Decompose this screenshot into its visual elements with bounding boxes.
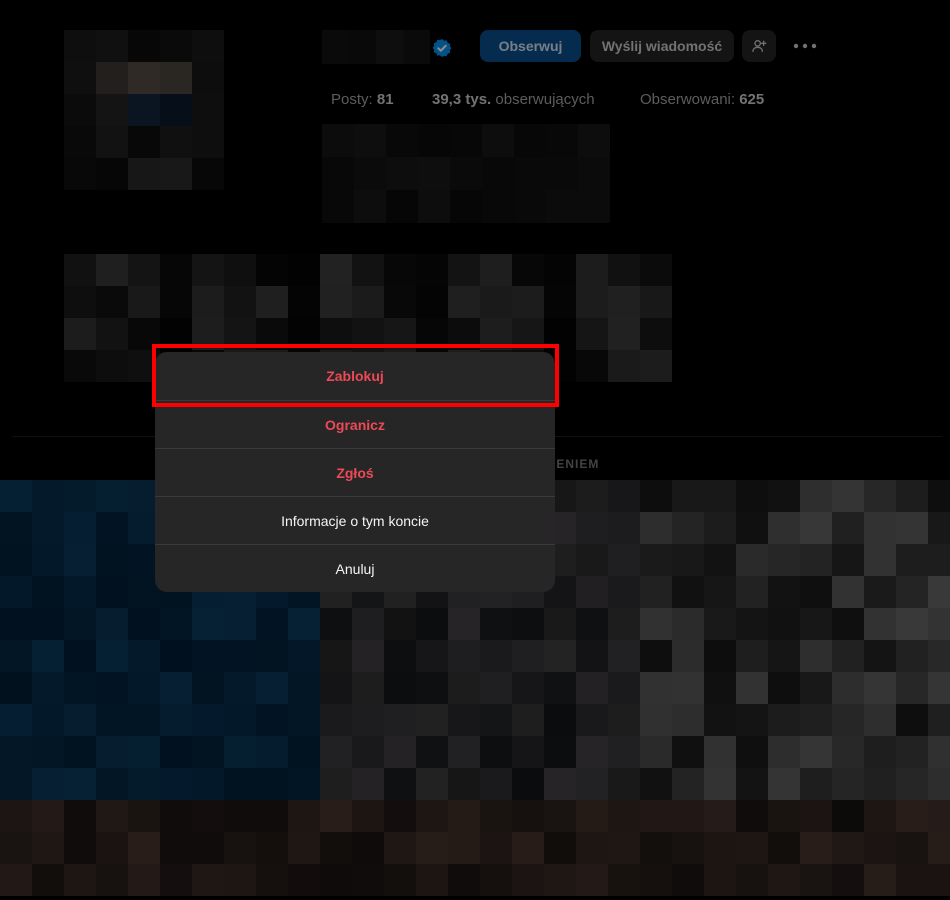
options-dialog: Zablokuj Ogranicz Zgłoś Informacje o tym… xyxy=(155,352,555,592)
restrict-button[interactable]: Ogranicz xyxy=(155,400,555,448)
cancel-button[interactable]: Anuluj xyxy=(155,544,555,592)
block-button[interactable]: Zablokuj xyxy=(155,352,555,400)
profile-page: Obserwuj Wyślij wiadomość Posty: 81 39,3… xyxy=(0,0,950,900)
about-account-button[interactable]: Informacje o tym koncie xyxy=(155,496,555,544)
report-button[interactable]: Zgłoś xyxy=(155,448,555,496)
